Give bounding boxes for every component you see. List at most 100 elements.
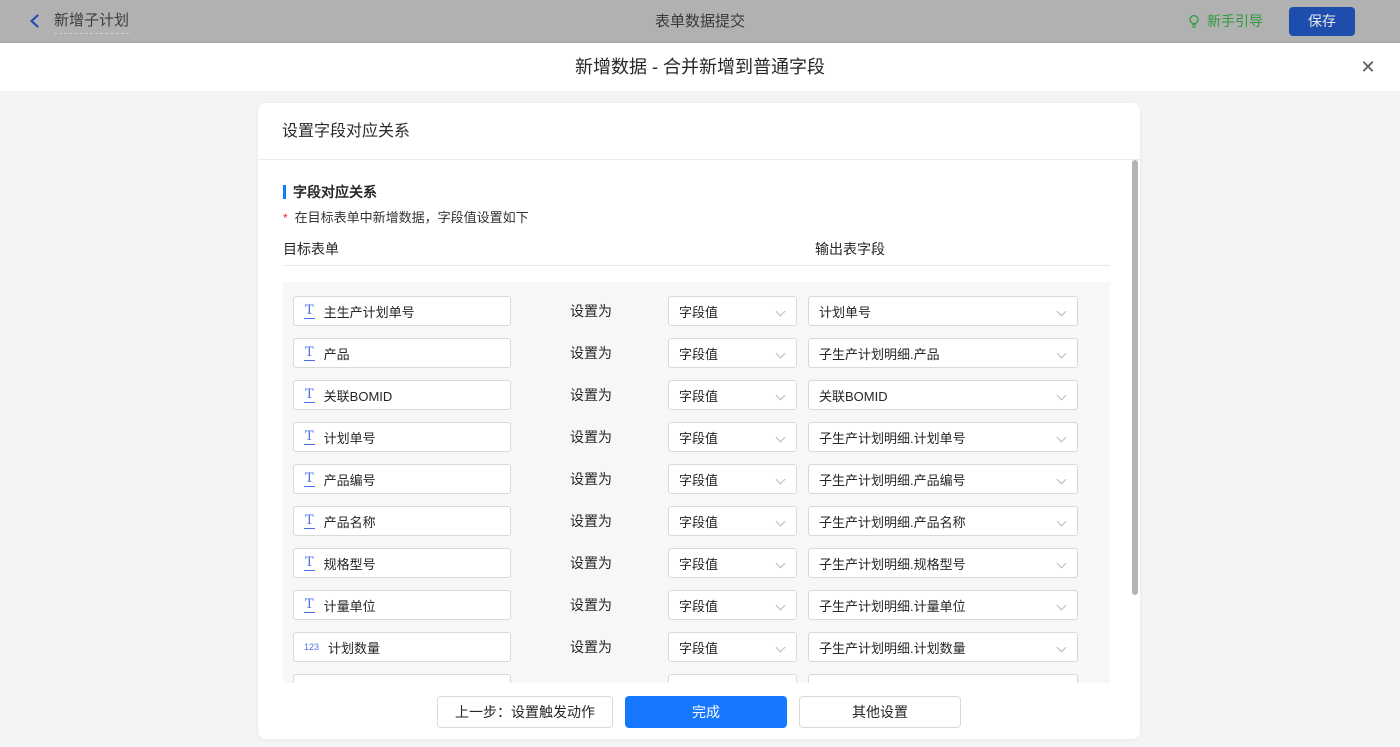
set-as-label: 设置为 — [570, 380, 612, 410]
value-type-selected: 字段值 — [679, 386, 718, 405]
back-button[interactable]: 新增子计划 — [28, 9, 129, 34]
value-type-selected: 字段值 — [679, 638, 718, 657]
field-name: 主生产计划单号 — [324, 302, 415, 321]
guide-button[interactable]: 新手引导 — [1187, 11, 1263, 31]
text-field-icon: T — [304, 388, 315, 403]
chevron-down-icon — [1057, 307, 1067, 317]
done-button[interactable]: 完成 — [625, 696, 787, 728]
modal-title: 新增数据 - 合并新增到普通字段 — [0, 43, 1400, 92]
target-field-select[interactable]: 子生产计划明细.规格型号 — [808, 548, 1078, 578]
back-label: 新增子计划 — [54, 9, 129, 34]
value-type-selected: 字段值 — [679, 596, 718, 615]
chevron-left-icon — [28, 14, 42, 28]
target-field-selected: 计划单号 — [819, 302, 871, 321]
value-type-select[interactable]: 字段值 — [668, 506, 797, 536]
target-field-select[interactable]: 子生产计划明细.产品编号 — [808, 464, 1078, 494]
set-as-label: 设置为 — [570, 590, 612, 620]
required-asterisk: * — [283, 211, 288, 225]
text-field-icon: T — [304, 346, 315, 361]
value-type-select[interactable]: 字段值 — [668, 590, 797, 620]
guide-label: 新手引导 — [1207, 11, 1263, 31]
field-name: 计量单位 — [324, 596, 376, 615]
target-field-chip[interactable]: 123 计划数量 — [293, 632, 511, 662]
value-type-selected: 字段值 — [679, 512, 718, 531]
target-field-select[interactable]: 子生产计划明细.计划单号 — [808, 422, 1078, 452]
scrollbar-thumb[interactable] — [1132, 160, 1138, 595]
set-as-label: 设置为 — [570, 506, 612, 536]
target-field-chip[interactable]: T 产品 — [293, 338, 511, 368]
save-button[interactable]: 保存 — [1289, 7, 1355, 36]
target-field-select[interactable]: 子生产计划明细.计划数量 — [808, 632, 1078, 662]
column-header-output-field: 输出表字段 — [815, 239, 885, 259]
close-icon: ✕ — [1360, 57, 1375, 77]
target-field-selected: 子生产计划明细.计划单号 — [819, 428, 966, 447]
target-field-select[interactable]: 子生产计划明细.计量单位 — [808, 590, 1078, 620]
value-type-select[interactable] — [668, 674, 797, 683]
text-field-icon: T — [304, 514, 315, 529]
target-field-chip[interactable]: T 关联BOMID — [293, 380, 511, 410]
section-heading: 字段对应关系 — [283, 182, 377, 202]
field-mapping-row: T 产品名称 设置为 字段值 子生产计划明细.产品名称 — [283, 506, 1110, 548]
value-type-select[interactable]: 字段值 — [668, 296, 797, 326]
note-text: 在目标表单中新增数据，字段值设置如下 — [295, 210, 529, 225]
target-field-chip[interactable]: T 规格型号 — [293, 548, 511, 578]
set-as-label: 设置为 — [570, 422, 612, 452]
card-title: 设置字段对应关系 — [258, 103, 1140, 160]
target-field-select[interactable] — [808, 674, 1078, 683]
value-type-select[interactable]: 字段值 — [668, 380, 797, 410]
value-type-select[interactable]: 字段值 — [668, 632, 797, 662]
value-type-select[interactable]: 字段值 — [668, 338, 797, 368]
field-name: 产品名称 — [324, 512, 376, 531]
chevron-down-icon — [1057, 643, 1067, 653]
field-mapping-row: T 计量单位 设置为 字段值 子生产计划明细.计量单位 — [283, 590, 1110, 632]
chevron-down-icon — [776, 391, 786, 401]
field-mapping-row: T 产品编号 设置为 字段值 子生产计划明细.产品编号 — [283, 464, 1110, 506]
value-type-select[interactable]: 字段值 — [668, 548, 797, 578]
other-settings-button[interactable]: 其他设置 — [799, 696, 961, 728]
card-footer: 上一步：设置触发动作 完成 其他设置 — [258, 684, 1140, 739]
column-header-target-form: 目标表单 — [283, 239, 339, 259]
value-type-selected: 字段值 — [679, 470, 718, 489]
field-mapping-row: T 计划单号 设置为 字段值 子生产计划明细.计划单号 — [283, 422, 1110, 464]
text-field-icon: T — [304, 556, 315, 571]
chevron-down-icon — [1057, 601, 1067, 611]
prev-step-button[interactable]: 上一步：设置触发动作 — [437, 696, 613, 728]
target-field-select[interactable]: 子生产计划明细.产品 — [808, 338, 1078, 368]
target-field-selected: 子生产计划明细.产品 — [819, 344, 940, 363]
target-field-select[interactable]: 子生产计划明细.产品名称 — [808, 506, 1078, 536]
chevron-down-icon — [1057, 475, 1067, 485]
note-row: * 在目标表单中新增数据，字段值设置如下 — [283, 207, 529, 226]
target-field-chip[interactable]: T 产品编号 — [293, 464, 511, 494]
target-field-selected: 子生产计划明细.计量单位 — [819, 596, 966, 615]
target-field-chip[interactable] — [293, 674, 511, 683]
field-mapping-row: T 产品 设置为 字段值 子生产计划明细.产品 — [283, 338, 1110, 380]
chevron-down-icon — [1057, 391, 1067, 401]
target-field-chip[interactable]: T 产品名称 — [293, 506, 511, 536]
field-mapping-row: T 关联BOMID 设置为 字段值 关联BOMID — [283, 380, 1110, 422]
chevron-down-icon — [1057, 517, 1067, 527]
field-name: 产品 — [324, 344, 350, 363]
target-field-chip[interactable]: T 计量单位 — [293, 590, 511, 620]
value-type-select[interactable]: 字段值 — [668, 464, 797, 494]
chevron-down-icon — [776, 517, 786, 527]
field-mapping-row: T 规格型号 设置为 字段值 子生产计划明细.规格型号 — [283, 548, 1110, 590]
chevron-down-icon — [776, 643, 786, 653]
close-button[interactable]: ✕ — [1359, 58, 1377, 76]
target-field-select[interactable]: 计划单号 — [808, 296, 1078, 326]
target-field-select[interactable]: 关联BOMID — [808, 380, 1078, 410]
column-divider — [283, 265, 1110, 266]
target-field-selected: 子生产计划明细.产品编号 — [819, 470, 966, 489]
text-field-icon: T — [304, 304, 315, 319]
set-as-label: 设置为 — [570, 338, 612, 368]
target-field-selected: 关联BOMID — [819, 386, 888, 405]
modal-body: 设置字段对应关系 字段对应关系 * 在目标表单中新增数据，字段值设置如下 目标表单… — [0, 92, 1400, 747]
chevron-down-icon — [776, 475, 786, 485]
set-as-label: 设置为 — [570, 296, 612, 326]
text-field-icon: T — [304, 430, 315, 445]
field-name: 规格型号 — [324, 554, 376, 573]
number-field-icon: 123 — [304, 642, 319, 652]
text-field-icon: T — [304, 598, 315, 613]
target-field-chip[interactable]: T 计划单号 — [293, 422, 511, 452]
target-field-chip[interactable]: T 主生产计划单号 — [293, 296, 511, 326]
value-type-select[interactable]: 字段值 — [668, 422, 797, 452]
